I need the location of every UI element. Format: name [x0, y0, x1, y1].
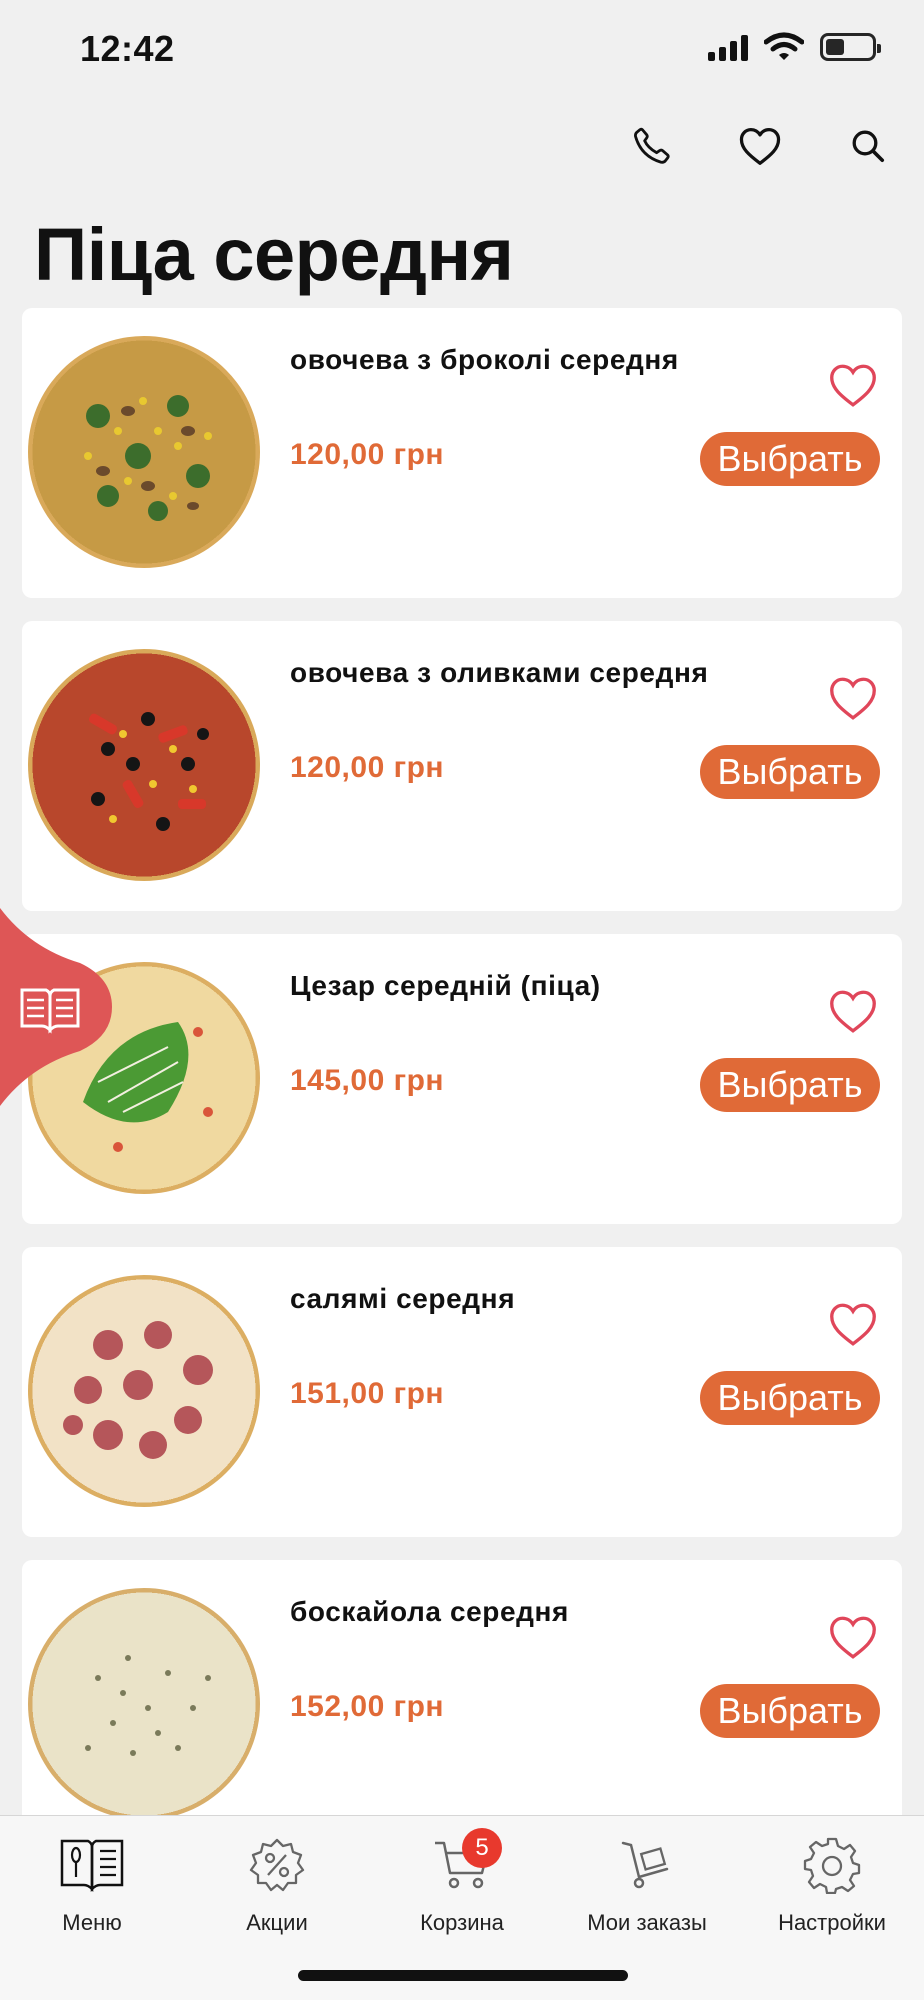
tab-cart[interactable]: 5 Корзина — [370, 1828, 554, 1936]
tab-menu[interactable]: Меню — [0, 1830, 184, 1936]
favorite-heart-icon[interactable] — [828, 1301, 878, 1347]
favorites-button[interactable] — [734, 120, 786, 172]
search-button[interactable] — [842, 120, 894, 172]
product-card[interactable]: овочева з броколі середня 120,00 грн Выб… — [22, 308, 902, 598]
status-time: 12:42 — [80, 28, 175, 69]
cart-icon: 5 — [424, 1828, 502, 1900]
product-card[interactable]: салямі середня 151,00 грн Выбрать — [22, 1247, 902, 1537]
choose-button[interactable]: Выбрать — [700, 1371, 880, 1425]
favorite-heart-icon[interactable] — [828, 988, 878, 1034]
cart-badge: 5 — [462, 1828, 502, 1868]
tab-settings[interactable]: Настройки — [740, 1830, 924, 1936]
product-card[interactable]: Цезар середній (піца) 145,00 грн Выбрать — [22, 934, 902, 1224]
tab-label: Акции — [246, 1910, 308, 1935]
search-icon — [852, 130, 885, 163]
favorite-heart-icon[interactable] — [828, 362, 878, 408]
battery-icon — [820, 33, 881, 61]
pizza-image — [28, 1275, 260, 1507]
menu-book-icon — [54, 1830, 130, 1900]
choose-button[interactable]: Выбрать — [700, 745, 880, 799]
product-name: Цезар середній (піца) — [290, 970, 601, 1001]
product-card[interactable]: овочева з оливками середня 120,00 грн Вы… — [22, 621, 902, 911]
header-actions — [626, 120, 894, 172]
product-name: салямі середня — [290, 1283, 516, 1314]
tab-promotions[interactable]: Акции — [185, 1830, 369, 1936]
tab-label: Настройки — [778, 1910, 886, 1935]
page-title: Піца середня — [34, 213, 514, 296]
choose-button[interactable]: Выбрать — [700, 1058, 880, 1112]
favorite-heart-icon[interactable] — [828, 675, 878, 721]
product-name: овочева з броколі середня — [290, 344, 679, 375]
home-indicator — [298, 1970, 628, 1981]
tab-label: Корзина — [420, 1910, 504, 1935]
product-price: 120,00 грн — [290, 438, 445, 471]
product-price: 151,00 грн — [290, 1377, 445, 1410]
tab-my-orders[interactable]: Мои заказы — [555, 1830, 739, 1936]
status-bar: 12:42 — [0, 0, 924, 100]
wifi-icon — [764, 32, 804, 60]
side-menu-tab[interactable] — [0, 908, 112, 1106]
discount-icon — [239, 1830, 315, 1900]
pizza-image — [28, 336, 260, 568]
cellular-signal-icon — [708, 33, 748, 61]
product-card[interactable]: боскайола середня 152,00 грн Выбрать — [22, 1560, 902, 1850]
choose-button[interactable]: Выбрать — [700, 432, 880, 486]
favorite-heart-icon[interactable] — [828, 1614, 878, 1660]
status-icons — [708, 32, 881, 62]
pizza-image — [28, 1588, 260, 1820]
tab-label: Мои заказы — [587, 1910, 707, 1935]
product-name: овочева з оливками середня — [290, 657, 709, 688]
phone-icon — [634, 127, 670, 164]
product-price: 152,00 грн — [290, 1690, 445, 1723]
pizza-image — [28, 649, 260, 881]
product-list: овочева з броколі середня 120,00 грн Выб… — [22, 308, 902, 1873]
orders-trolley-icon — [609, 1830, 685, 1900]
heart-icon — [739, 127, 781, 165]
product-name: боскайола середня — [290, 1596, 569, 1627]
tab-label: Меню — [62, 1910, 122, 1935]
product-price: 145,00 грн — [290, 1064, 445, 1097]
product-price: 120,00 грн — [290, 751, 445, 784]
choose-button[interactable]: Выбрать — [700, 1684, 880, 1738]
gear-icon — [794, 1830, 870, 1900]
phone-button[interactable] — [626, 120, 678, 172]
